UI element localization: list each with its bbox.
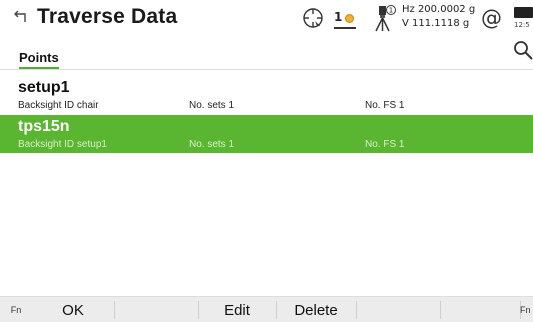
tab-points[interactable]: Points [19,50,59,69]
list-item-selected[interactable]: tps15n Backsight ID setup1 No. sets 1 No… [0,115,533,153]
delete-button[interactable]: Delete [276,297,356,322]
battery-icon[interactable] [514,7,533,18]
backsight-id: Backsight ID chair [18,100,99,111]
softkey-empty-6[interactable] [440,297,520,322]
tripod-instrument-icon[interactable]: 1 [372,4,396,32]
number-of-fs: No. FS 1 [365,100,405,111]
back-arrow-icon[interactable] [12,9,28,25]
title-bar: Traverse Data 1 1 Hz 200.0002 g V 111.11… [0,0,533,36]
ok-button[interactable]: OK [32,297,114,322]
search-icon[interactable] [513,40,533,60]
softkey-empty-5[interactable] [356,297,440,322]
list-item[interactable]: setup1 Backsight ID chair No. sets 1 No.… [0,76,533,114]
hz-angle-readout: Hz 200.0002 g [402,4,476,15]
crosshair-target-icon[interactable] [302,7,324,29]
prism-status[interactable]: 1 [334,8,362,30]
number-of-sets: No. sets 1 [189,100,235,111]
edit-button[interactable]: Edit [198,297,276,322]
point-name: tps15n [18,118,70,135]
number-of-sets: No. sets 1 [189,139,235,150]
softkey-empty-2[interactable] [114,297,198,322]
page-title: Traverse Data [37,5,178,28]
softkey-bar: Fn OK Edit Delete Fn [0,296,533,322]
prism-underline [334,27,356,29]
number-of-fs: No. FS 1 [365,139,405,150]
fn-key-left[interactable]: Fn [0,297,32,322]
point-name: setup1 [18,79,70,96]
tab-divider [0,69,533,70]
v-angle-readout: V 111.1118 g [402,18,470,29]
connection-at-icon[interactable]: @ [481,6,502,30]
clock: 12:5 [514,21,530,29]
fn-key-right[interactable]: Fn [520,297,533,322]
backsight-id: Backsight ID setup1 [18,139,107,150]
prism-icon [345,14,354,23]
instrument-face: 1 [389,7,393,15]
prism-number: 1 [334,10,343,24]
